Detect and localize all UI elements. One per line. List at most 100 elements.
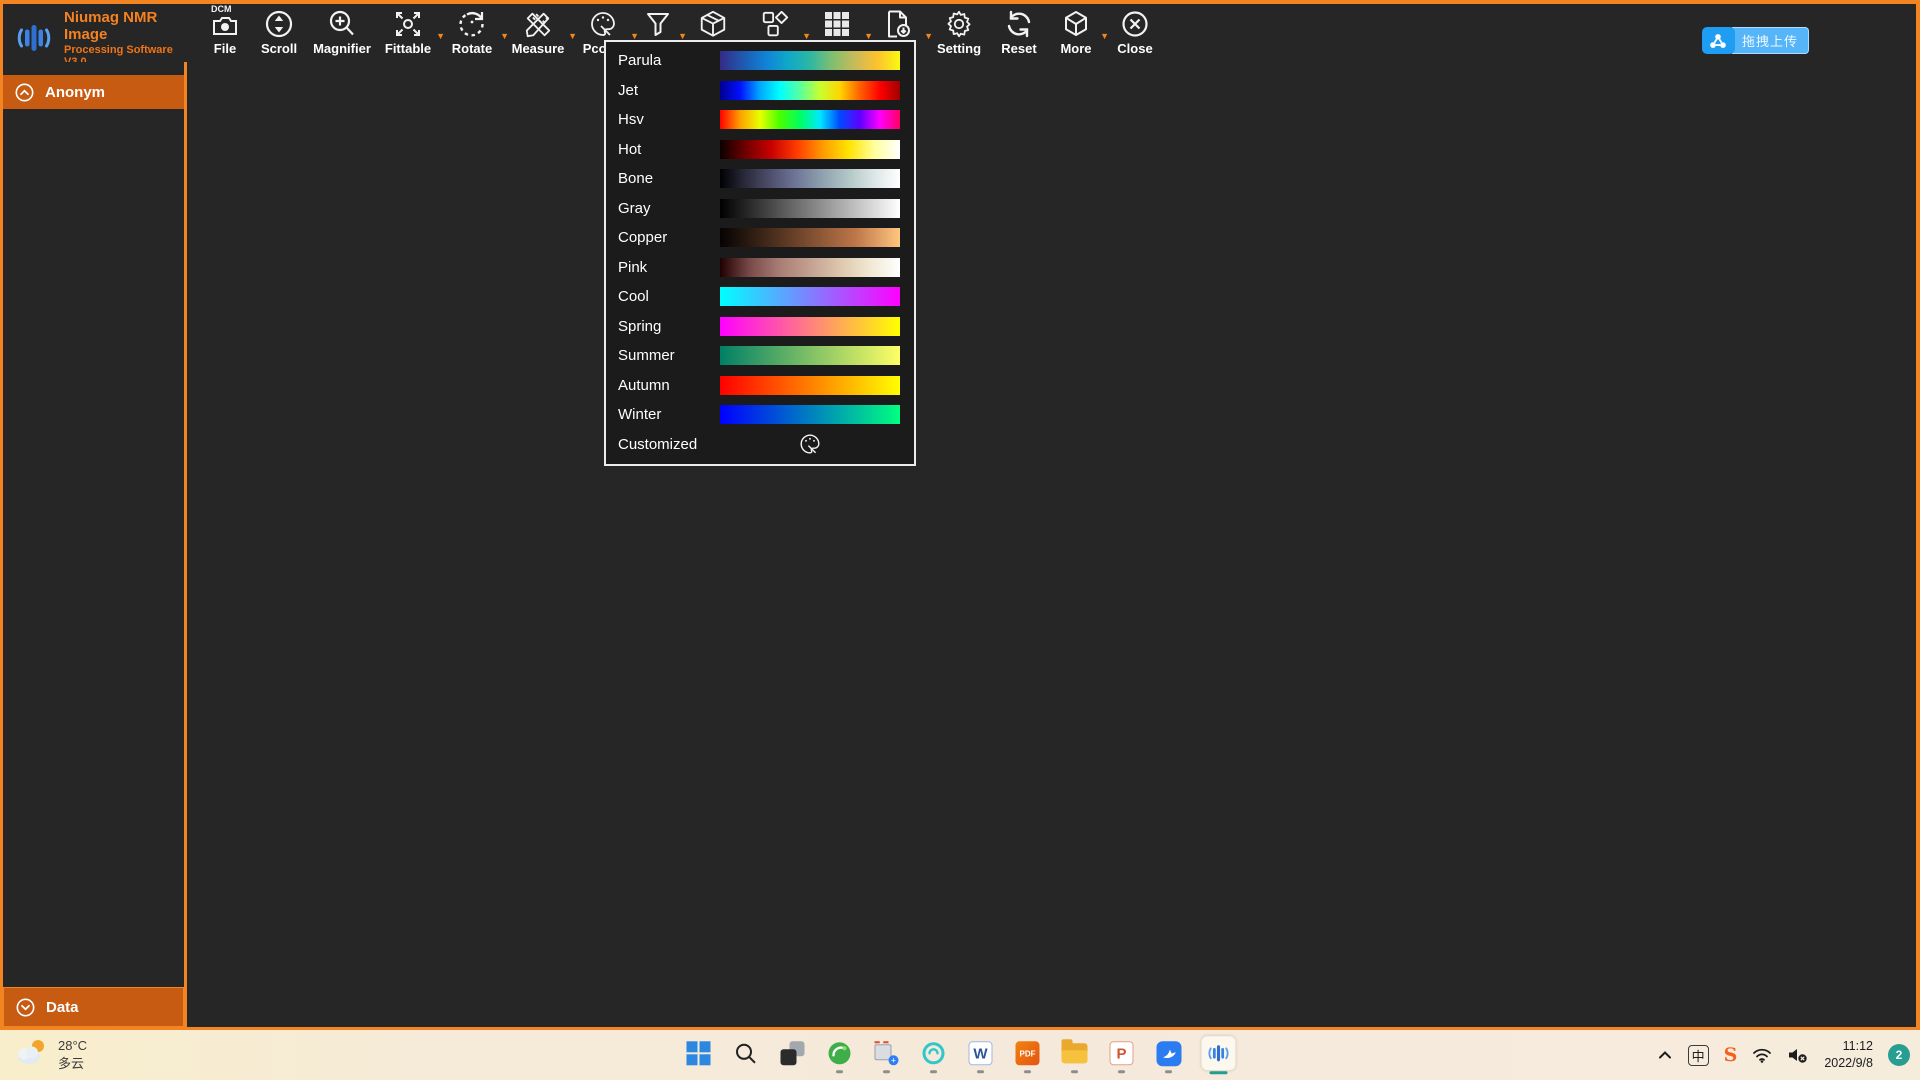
colormap-gradient-bar: [720, 140, 900, 159]
colormap-item-cool[interactable]: Cool: [606, 282, 914, 312]
taskbar-app-pdf-reader[interactable]: PDF: [1014, 1039, 1042, 1067]
rotate-label: Rotate: [452, 41, 492, 56]
colormap-item-bone[interactable]: Bone: [606, 164, 914, 194]
colormap-gradient-bar: [720, 405, 900, 424]
image-canvas: [190, 62, 1916, 1027]
export-button[interactable]: ▼: [871, 8, 925, 41]
measure-button[interactable]: ▼ Measure: [507, 8, 569, 56]
colormap-item-summer[interactable]: Summer: [606, 341, 914, 371]
colormap-item-gray[interactable]: Gray: [606, 194, 914, 224]
anonym-panel-header[interactable]: Anonym: [3, 75, 184, 109]
taskbar-app-word[interactable]: W: [967, 1039, 995, 1067]
taskbar-app-nmr-app[interactable]: [1202, 1036, 1236, 1070]
windows-logo-icon: [687, 1041, 711, 1065]
volume-muted-icon[interactable]: [1787, 1046, 1809, 1064]
nmr-app-icon: [1206, 1040, 1232, 1066]
palette-icon: [720, 432, 900, 456]
file-export-icon: [883, 8, 913, 40]
grid-icon: [822, 8, 852, 40]
filter-button[interactable]: ▼: [637, 8, 679, 41]
tray-chevron-up-icon[interactable]: [1657, 1048, 1673, 1062]
cube-button[interactable]: [685, 8, 741, 41]
colormap-menu: ParulaJetHsvHot Bone Gray Copper Pink Cool Spr…: [604, 40, 916, 466]
more-label: More: [1060, 41, 1091, 56]
clock-widget[interactable]: 11:12 2022/9/8: [1824, 1038, 1873, 1072]
magnifier-label: Magnifier: [313, 41, 371, 56]
hexagon-more-icon: [1061, 8, 1091, 40]
layout-button[interactable]: ▼: [747, 8, 803, 41]
scroll-label: Scroll: [261, 41, 297, 56]
anonym-panel-label: Anonym: [45, 84, 105, 101]
colormap-item-label: Bone: [618, 170, 706, 187]
colormap-gradient-bar: [720, 376, 900, 395]
gear-icon: [944, 8, 974, 40]
colormap-gradient-bar: [720, 169, 900, 188]
dcm-file-icon: DCM: [210, 8, 240, 40]
browser-360-icon: [827, 1040, 853, 1066]
taskbar-app-teal-ring-app[interactable]: [920, 1039, 948, 1067]
palette-icon: [588, 8, 618, 40]
search-icon: [734, 1041, 758, 1065]
close-circle-icon: [1120, 8, 1150, 40]
chevron-down-circle-icon: [16, 998, 35, 1017]
toolbar: Niumag NMR Image Processing Software V3.…: [3, 4, 1916, 62]
rotate-button[interactable]: ▼ Rotate: [443, 8, 501, 56]
colormap-item-autumn[interactable]: Autumn: [606, 371, 914, 401]
app-title: Niumag NMR Image: [64, 9, 195, 44]
app-window: Niumag NMR Image Processing Software V3.…: [0, 0, 1920, 1030]
colormap-item-label: Copper: [618, 229, 706, 246]
notification-badge[interactable]: 2: [1888, 1044, 1910, 1066]
weather-temp: 28°C: [58, 1037, 87, 1055]
colormap-item-hsv[interactable]: Hsv: [606, 105, 914, 135]
taskbar-app-snip-tool[interactable]: +: [873, 1039, 901, 1067]
taskbar-app-powerpoint[interactable]: P: [1108, 1039, 1136, 1067]
folder-icon: [1062, 1043, 1088, 1063]
colormap-item-copper[interactable]: Copper: [606, 223, 914, 253]
weather-condition: 多云: [58, 1055, 87, 1073]
ime-language-indicator[interactable]: 中: [1688, 1045, 1709, 1066]
weather-widget[interactable]: 28°C 多云: [14, 1036, 87, 1073]
taskbar: 28°C 多云 +: [0, 1030, 1920, 1080]
taskbar-app-blue-bird-app[interactable]: [1155, 1039, 1183, 1067]
more-button[interactable]: ▼ More: [1051, 8, 1101, 56]
taskbar-app-task-view[interactable]: [779, 1039, 807, 1067]
colormap-item-winter[interactable]: Winter: [606, 400, 914, 430]
data-panel-header[interactable]: Data: [3, 987, 184, 1027]
wifi-icon[interactable]: [1752, 1047, 1772, 1063]
taskbar-app-file-explorer[interactable]: [1061, 1039, 1089, 1067]
task-view-icon: [781, 1041, 805, 1065]
shapes-layout-icon: [759, 8, 791, 40]
cube-3d-icon: [697, 8, 729, 40]
colormap-gradient-bar: [720, 287, 900, 306]
taskbar-app-browser-360[interactable]: [826, 1039, 854, 1067]
colormap-item-pink[interactable]: Pink: [606, 253, 914, 283]
sogou-input-icon[interactable]: S: [1724, 1044, 1738, 1066]
magnifier-button[interactable]: Magnifier: [311, 8, 373, 56]
powerpoint-icon: P: [1110, 1041, 1134, 1065]
grid-button[interactable]: ▼: [809, 8, 865, 41]
close-button[interactable]: Close: [1107, 8, 1163, 56]
file-button[interactable]: DCM File: [203, 8, 247, 56]
word-icon: W: [969, 1041, 993, 1065]
sidebar: Anonym Data: [3, 62, 187, 1027]
colormap-item-label: Pink: [618, 259, 706, 276]
taskbar-app-search[interactable]: [732, 1039, 760, 1067]
fittable-button[interactable]: ▼ Fittable: [379, 8, 437, 56]
colormap-item-customized[interactable]: Customized: [606, 430, 914, 460]
colormap-item-jet[interactable]: Jet: [606, 76, 914, 106]
colormap-item-parula[interactable]: Parula: [606, 46, 914, 76]
chevron-up-circle-icon: [15, 83, 34, 102]
scroll-button[interactable]: Scroll: [253, 8, 305, 56]
teal-ring-icon: [921, 1040, 947, 1066]
netdisk-upload-button[interactable]: 拖拽上传: [1702, 27, 1809, 54]
colormap-item-spring[interactable]: Spring: [606, 312, 914, 342]
dcm-badge: DCM: [211, 4, 232, 14]
colormap-item-hot[interactable]: Hot: [606, 135, 914, 165]
setting-button[interactable]: Setting: [931, 8, 987, 56]
colormap-gradient-bar: [720, 81, 900, 100]
taskbar-app-windows-start[interactable]: [685, 1039, 713, 1067]
file-label: File: [214, 41, 236, 56]
reset-button[interactable]: Reset: [993, 8, 1045, 56]
system-tray: 中 S 11:12 2022/9/8 2: [1657, 1030, 1910, 1080]
colormap-item-label: Spring: [618, 318, 706, 335]
